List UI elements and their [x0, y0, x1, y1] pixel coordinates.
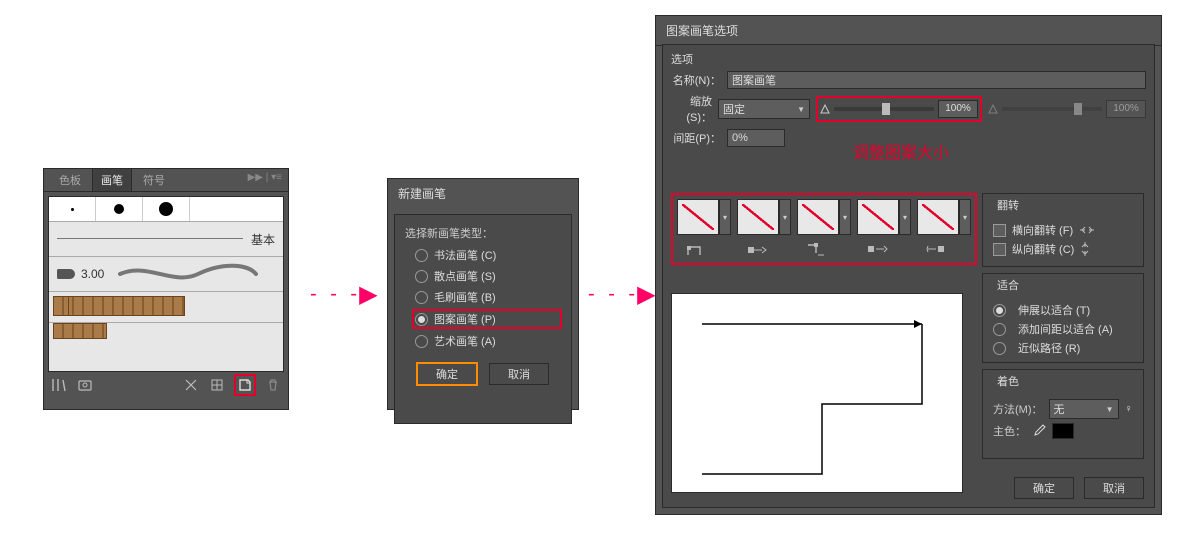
name-field[interactable]: [727, 71, 1146, 89]
flip-horizontal-checkbox[interactable]: 横向翻转 (F): [993, 222, 1133, 238]
pattern-brush-options-dialog: 图案画笔选项 选项 名称(N)： 缩放(S)： 固定▼ 100% 100%: [655, 15, 1162, 515]
brush-preview: [671, 293, 963, 493]
radio-scatter[interactable]: 散点画笔 (S): [415, 268, 561, 284]
tab-brushes[interactable]: 画笔: [92, 168, 132, 191]
flip-v-icon: [1080, 241, 1090, 257]
color-title: 着色: [993, 373, 1023, 389]
new-brush-dialog: 新建画笔 选择新画笔类型： 书法画笔 (C) 散点画笔 (S) 毛刷画笔 (B)…: [387, 178, 579, 410]
pattern-tiles: ▾ ▾ ▾ ▾ ▾: [671, 193, 977, 265]
radio-calligraphic[interactable]: 书法画笔 (C): [415, 247, 561, 263]
tile-side[interactable]: [737, 199, 779, 235]
keycolor-label: 主色：: [993, 423, 1026, 439]
keycolor-swatch[interactable]: [1052, 423, 1074, 439]
tab-symbols[interactable]: 符号: [134, 168, 174, 191]
tile-dropdown-icon[interactable]: ▾: [839, 199, 851, 235]
spacing-field[interactable]: [727, 129, 785, 147]
tile-dropdown-icon[interactable]: ▾: [719, 199, 731, 235]
colorization-group: 着色 方法(M)： 无▼ ♀ 主色：: [982, 369, 1144, 459]
scale-pct-b: 100%: [1106, 100, 1146, 118]
brush-row-basic[interactable]: 基本: [49, 222, 283, 257]
brush-list: 基本 3.00: [48, 196, 284, 372]
fit-group: 适合 伸展以适合 (T) 添加间距以适合 (A) 近似路径 (R): [982, 273, 1144, 363]
flow-arrow-1: - - -▶: [310, 280, 382, 309]
tip-icon[interactable]: ♀: [1125, 403, 1133, 415]
cancel-button[interactable]: 取消: [489, 363, 549, 385]
dialog-title: 图案画笔选项: [656, 16, 1161, 46]
inner-corner-icon: [797, 239, 837, 259]
new-brush-icon[interactable]: [234, 374, 256, 396]
scale-pct-a[interactable]: 100%: [938, 100, 978, 118]
outer-corner-icon: [677, 239, 717, 259]
brush-dot-2[interactable]: [96, 197, 143, 221]
options-icon[interactable]: [208, 376, 226, 394]
start-tile-icon: [857, 239, 897, 259]
flip-title: 翻转: [993, 197, 1023, 213]
tile-inner-corner[interactable]: [797, 199, 839, 235]
remove-stroke-icon[interactable]: [182, 376, 200, 394]
panel-tabs: 色板 画笔 符号 ▶▶ | ▾≡: [44, 169, 288, 192]
scale-slider-a[interactable]: 100%: [820, 100, 978, 118]
prompt-label: 选择新画笔类型：: [405, 225, 561, 241]
radio-bristle[interactable]: 毛刷画笔 (B): [415, 289, 561, 305]
libraries-icon[interactable]: [50, 376, 68, 394]
flip-h-icon: [1079, 225, 1095, 235]
spacing-label: 间距(P)：: [671, 130, 721, 146]
delete-brush-icon[interactable]: [264, 376, 282, 394]
ok-button[interactable]: 确定: [1014, 477, 1074, 499]
annotation-text: 调整图案大小: [853, 139, 949, 163]
radio-art[interactable]: 艺术画笔 (A): [415, 333, 561, 349]
tile-outer-corner[interactable]: [677, 199, 719, 235]
scale-mode-select[interactable]: 固定▼: [718, 99, 810, 119]
name-label: 名称(N)：: [671, 72, 721, 88]
tile-start[interactable]: [857, 199, 899, 235]
tile-end[interactable]: [917, 199, 959, 235]
tile-dropdown-icon[interactable]: ▾: [779, 199, 791, 235]
fit-addspace-radio[interactable]: 添加间距以适合 (A): [993, 321, 1133, 337]
pen-pressure-icon: [988, 104, 998, 114]
brush-row-stroke[interactable]: 3.00: [49, 257, 283, 292]
dialog-title: 新建画笔: [388, 179, 578, 208]
fit-approx-radio[interactable]: 近似路径 (R): [993, 340, 1133, 356]
nib-icon: [57, 269, 75, 279]
panel-menu-icon[interactable]: ▶▶ | ▾≡: [248, 172, 282, 183]
ok-button[interactable]: 确定: [417, 363, 477, 385]
brush-row-pattern[interactable]: [49, 292, 283, 323]
pen-pressure-icon: [820, 104, 830, 114]
flow-arrow-2: - - -▶: [588, 280, 660, 309]
tile-dropdown-icon[interactable]: ▾: [959, 199, 971, 235]
brush-dot-1[interactable]: [49, 197, 96, 221]
pattern-tail: [53, 323, 107, 339]
brush-toolbar: [44, 372, 288, 398]
options-section-label: 选项: [671, 51, 1154, 67]
method-label: 方法(M)：: [993, 401, 1043, 417]
stroke-value: 3.00: [81, 267, 104, 281]
fit-stretch-radio[interactable]: 伸展以适合 (T): [993, 302, 1133, 318]
brush-dot-3[interactable]: [143, 197, 190, 221]
side-tile-icon: [737, 239, 777, 259]
basic-label: 基本: [251, 231, 275, 248]
brush-libraries-menu-icon[interactable]: [76, 376, 94, 394]
tile-dropdown-icon[interactable]: ▾: [899, 199, 911, 235]
eyedropper-icon[interactable]: [1032, 424, 1046, 438]
flip-group: 翻转 横向翻转 (F) 纵向翻转 (C): [982, 193, 1144, 267]
stroke-preview: [118, 262, 258, 286]
scale-label: 缩放(S)：: [671, 93, 712, 125]
end-tile-icon: [917, 239, 957, 259]
radio-pattern[interactable]: 图案画笔 (P): [413, 310, 561, 328]
flip-vertical-checkbox[interactable]: 纵向翻转 (C): [993, 241, 1133, 257]
brushes-panel: 色板 画笔 符号 ▶▶ | ▾≡ 基本 3.00: [43, 168, 289, 410]
fit-title: 适合: [993, 277, 1023, 293]
method-select[interactable]: 无▼: [1049, 399, 1119, 419]
tab-swatches[interactable]: 色板: [50, 168, 90, 191]
cancel-button[interactable]: 取消: [1084, 477, 1144, 499]
scale-slider-b[interactable]: 100%: [988, 100, 1146, 118]
